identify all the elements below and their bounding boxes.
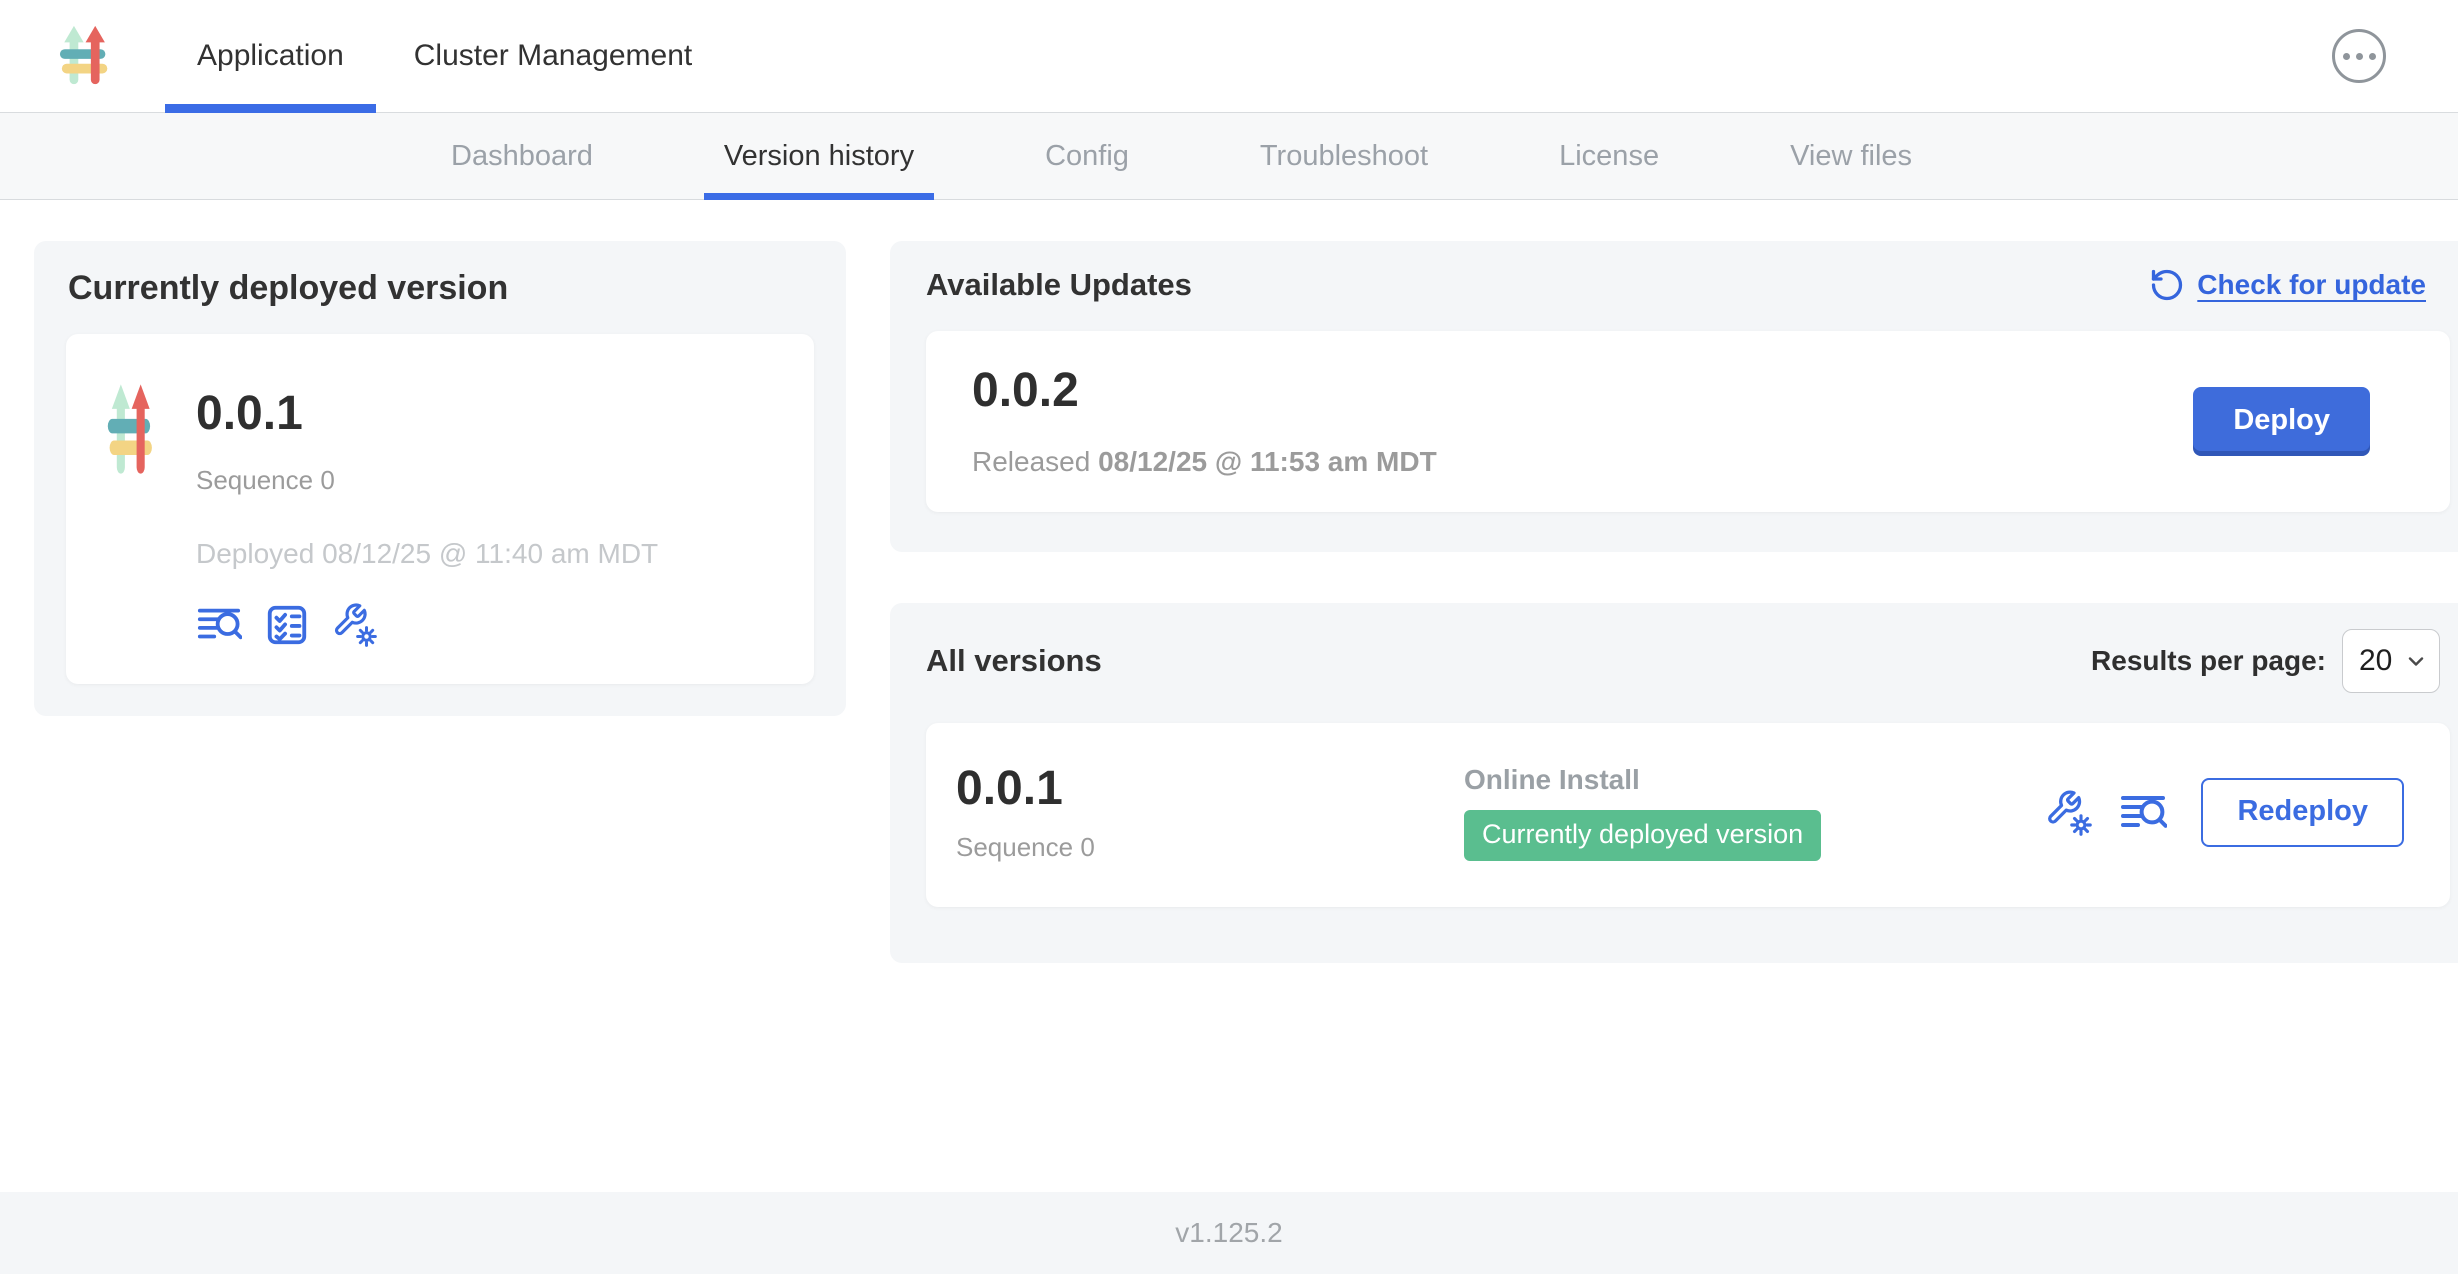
currently-deployed-title: Currently deployed version (68, 269, 810, 308)
install-type-label: Online Install (1464, 764, 1821, 796)
refresh-icon[interactable] (2149, 267, 2185, 303)
main-content: Currently deployed version 0.0.1 Sequenc… (0, 200, 2458, 1192)
currently-deployed-badge: Currently deployed version (1464, 810, 1821, 861)
results-per-page: Results per page: 20 (2091, 629, 2440, 693)
all-versions-title: All versions (926, 643, 1102, 679)
subtab-config[interactable]: Config (1025, 113, 1149, 199)
available-updates-card: Available Updates Check for update 0.0.2… (890, 241, 2458, 552)
update-released-timestamp: Released 08/12/25 @ 11:53 am MDT (972, 446, 1437, 478)
results-per-page-label: Results per page: (2091, 645, 2326, 677)
row-version-number: 0.0.1 (956, 763, 1464, 816)
subtab-dashboard[interactable]: Dashboard (431, 113, 613, 199)
deploy-logs-icon[interactable] (2119, 789, 2167, 837)
footer: v1.125.2 (0, 1192, 2458, 1274)
currently-deployed-card: Currently deployed version 0.0.1 Sequenc… (34, 241, 846, 716)
row-sequence: Sequence 0 (956, 832, 1464, 863)
deploy-logs-icon[interactable] (196, 602, 242, 648)
results-per-page-select[interactable]: 20 (2342, 629, 2440, 693)
deployed-version-number: 0.0.1 (196, 388, 658, 441)
deployed-timestamp: Deployed 08/12/25 @ 11:40 am MDT (196, 538, 658, 570)
edit-config-icon[interactable] (2045, 789, 2093, 837)
subtab-view-files[interactable]: View files (1770, 113, 1932, 199)
deployed-version-panel: 0.0.1 Sequence 0 Deployed 08/12/25 @ 11:… (66, 334, 814, 684)
available-updates-title: Available Updates (926, 267, 1192, 303)
subtab-troubleshoot[interactable]: Troubleshoot (1240, 113, 1448, 199)
top-nav: Application Cluster Management (165, 0, 724, 112)
subtab-version-history[interactable]: Version history (704, 113, 934, 199)
check-for-update-link[interactable]: Check for update (2149, 267, 2426, 303)
row-actions: Redeploy (2045, 778, 2404, 847)
update-version-number: 0.0.2 (972, 365, 1437, 418)
row-status: Online Install Currently deployed versio… (1464, 764, 1821, 861)
update-row: 0.0.2 Released 08/12/25 @ 11:53 am MDT D… (926, 331, 2450, 512)
subtab-license[interactable]: License (1539, 113, 1679, 199)
all-versions-card: All versions Results per page: 20 0. (890, 603, 2458, 963)
redeploy-button[interactable]: Redeploy (2201, 778, 2404, 847)
deploy-button[interactable]: Deploy (2193, 387, 2370, 456)
version-row: 0.0.1 Sequence 0 Online Install Currentl… (926, 723, 2450, 907)
console-version: v1.125.2 (1175, 1217, 1282, 1249)
app-subnav: Dashboard Version history Config Trouble… (0, 113, 2458, 200)
tab-cluster-management[interactable]: Cluster Management (382, 0, 724, 112)
app-logo-arrows-icon (58, 23, 116, 89)
app-logo-arrows-icon (106, 380, 160, 648)
preflight-checks-icon[interactable] (264, 602, 310, 648)
right-column: Available Updates Check for update 0.0.2… (890, 241, 2458, 963)
tab-application[interactable]: Application (165, 0, 376, 112)
ellipsis-circle-icon[interactable] (2332, 29, 2386, 83)
deployed-sequence: Sequence 0 (196, 465, 658, 496)
deployed-actions (196, 602, 658, 648)
edit-config-icon[interactable] (332, 602, 378, 648)
top-header: Application Cluster Management (0, 0, 2458, 113)
